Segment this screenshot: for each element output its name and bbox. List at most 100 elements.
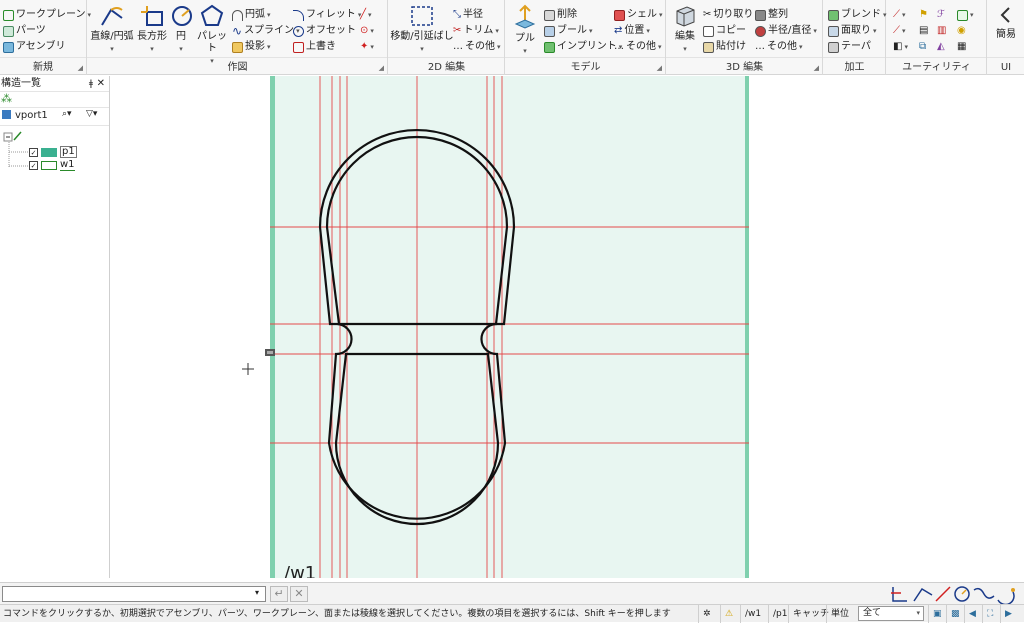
measure-button[interactable]: ⟋ ▾: [893, 8, 906, 22]
curve-tool-button[interactable]: ℱ: [937, 8, 945, 22]
model-other-button[interactable]: … その他 ▾: [614, 40, 662, 54]
fillet-button[interactable]: フィレット ▾: [293, 8, 361, 22]
fit-view-icon[interactable]: ⛶: [982, 605, 1000, 623]
edit2d-other-button[interactable]: … その他 ▾: [453, 40, 501, 54]
clock-snap-icon[interactable]: [954, 586, 970, 602]
tree-item[interactable]: ✓ w1: [29, 160, 75, 171]
checkbox-checked-icon[interactable]: ✓: [29, 161, 38, 170]
simple-mode-button[interactable]: 簡易: [990, 4, 1022, 41]
sketch-view[interactable]: /w1: [112, 76, 1024, 584]
confirm-button[interactable]: ↵: [270, 586, 288, 602]
taper-button[interactable]: テーパ: [828, 40, 871, 54]
group-sketch-launcher-icon[interactable]: ◢: [379, 64, 384, 72]
checkbox-checked-icon[interactable]: ✓: [29, 147, 38, 157]
binoculars-icon[interactable]: ⌕▾: [62, 109, 72, 119]
workplane-button[interactable]: ワークプレーン ▾: [3, 8, 91, 22]
group-label-process: 加工: [844, 62, 865, 73]
prev-view-icon[interactable]: ◀: [964, 605, 982, 623]
section-icon: ◧: [893, 41, 903, 52]
spline-button[interactable]: ∿ スプライン ▾: [232, 24, 300, 38]
chamfer-button[interactable]: 面取り ▾: [828, 24, 877, 38]
pin-icon[interactable]: ǂ: [89, 76, 93, 92]
command-dropdown-icon[interactable]: ▾: [255, 588, 259, 597]
workplane-label: /w1: [284, 563, 316, 578]
tree-item[interactable]: ✓ p1: [29, 146, 77, 158]
calculator-button[interactable]: ▦: [957, 40, 966, 54]
drawing-canvas[interactable]: /w1: [112, 76, 1024, 584]
group-sketch: 直線/円弧 ▾ 長方形 ▾ 円 ▾ パレット ▾ 円弧 ▾ ∿ スプライン ▾ 投影 ▾ フィレ…: [88, 0, 388, 75]
sheet-button[interactable]: ▥: [937, 24, 946, 38]
group-model-launcher-icon[interactable]: ◢: [657, 64, 662, 72]
filter-icon[interactable]: ▽▾: [86, 109, 97, 119]
copy-button[interactable]: コピー: [703, 24, 746, 38]
ball-button[interactable]: ◉: [957, 24, 966, 38]
radius-2d-button[interactable]: ⤡ 半径: [453, 8, 483, 22]
spline-snap-icon[interactable]: [973, 587, 995, 599]
component-button[interactable]: ⧉: [919, 40, 926, 54]
boolean-button[interactable]: ブール ▾: [544, 24, 593, 38]
group-edit3d-launcher-icon[interactable]: ◢: [814, 64, 819, 72]
edit3d-other-button[interactable]: … その他 ▾: [755, 40, 803, 54]
group-label-utility: ユーティリティ: [902, 62, 971, 73]
trim-button[interactable]: ✂ トリム ▾: [453, 24, 499, 38]
cube-icon: [676, 6, 695, 27]
filter-select[interactable]: 全て ▾: [858, 606, 924, 621]
axis-snap-icon[interactable]: [891, 587, 907, 602]
document-button[interactable]: ▤: [919, 24, 928, 38]
command-input[interactable]: [2, 586, 266, 602]
catch-toggle[interactable]: キャッチ: [788, 605, 829, 623]
axis-style-button[interactable]: ✦ ▾: [360, 40, 374, 54]
overwrite-button[interactable]: 上書き: [293, 40, 336, 54]
radius-diameter-button[interactable]: 半径/直径 ▾: [755, 24, 817, 38]
arc-snap-icon[interactable]: [997, 588, 1015, 604]
position-button[interactable]: ⇄ 位置 ▾: [614, 24, 650, 38]
paste-icon: [703, 41, 714, 53]
delete-button[interactable]: 削除: [544, 8, 577, 22]
window-icon[interactable]: ▣: [928, 605, 946, 623]
line-style-button[interactable]: ╱ ▾: [360, 8, 372, 22]
status-workplane[interactable]: /w1: [740, 605, 768, 623]
slash-snap-icon[interactable]: [935, 586, 951, 602]
viewport-name[interactable]: vport1: [15, 110, 48, 121]
check-button[interactable]: ⟋ ▾: [893, 24, 906, 38]
section-button[interactable]: ◧ ▾: [893, 40, 908, 54]
move-stretch-button[interactable]: 移動/引延ばし ▾: [389, 4, 455, 55]
blend-button[interactable]: ブレンド ▾: [828, 8, 887, 22]
warning-icon[interactable]: ⚠: [720, 605, 740, 623]
align-button[interactable]: 整列: [755, 8, 788, 22]
line-snap-icon[interactable]: [913, 587, 933, 602]
rectangle-button[interactable]: 長方形 ▾: [134, 4, 170, 55]
radius-icon: ⤡: [453, 9, 461, 20]
arc-button[interactable]: 円弧 ▾: [232, 8, 271, 22]
offset-button[interactable]: オフセット: [293, 24, 356, 38]
circle-button[interactable]: 円 ▾: [170, 4, 192, 55]
group-new-launcher-icon[interactable]: ◢: [78, 64, 83, 72]
next-view-icon[interactable]: ▶: [1000, 605, 1024, 623]
ball-icon: ◉: [957, 25, 966, 36]
paste-button[interactable]: 貼付け: [703, 40, 746, 54]
display-icon: [957, 9, 968, 21]
bug-icon[interactable]: ✲: [698, 605, 720, 623]
triangle-button[interactable]: ◭: [937, 40, 945, 54]
save-view-icon[interactable]: ▩: [946, 605, 964, 623]
cut-button[interactable]: ✂ 切り取り: [703, 8, 753, 22]
tree-view-icon[interactable]: ⁂: [1, 92, 12, 105]
shell-button[interactable]: シェル ▾: [614, 8, 663, 22]
cancel-button[interactable]: ✕: [290, 586, 308, 602]
parts-button[interactable]: パーツ: [3, 24, 46, 38]
assembly-button[interactable]: アセンブリ: [3, 40, 66, 54]
unit-button[interactable]: 単位: [826, 605, 858, 623]
project-button[interactable]: 投影 ▾: [232, 40, 271, 54]
display-button[interactable]: ▾: [957, 8, 974, 22]
imprint-button[interactable]: インプリント ▾: [544, 40, 622, 54]
status-part[interactable]: /p1: [768, 605, 788, 623]
point-style-button[interactable]: ⊙ ▾: [360, 24, 374, 38]
flag-button[interactable]: ⚑: [919, 8, 928, 22]
group-label-edit2d: 2D 編集: [427, 62, 466, 73]
line-arc-button[interactable]: 直線/円弧 ▾: [90, 4, 134, 55]
pull-button[interactable]: プル ▾: [510, 4, 540, 57]
edit-3d-button[interactable]: 編集 ▾: [669, 4, 701, 55]
close-icon[interactable]: ✕: [97, 76, 105, 92]
document-icon: ▤: [919, 25, 929, 36]
parts-icon: [3, 25, 14, 37]
